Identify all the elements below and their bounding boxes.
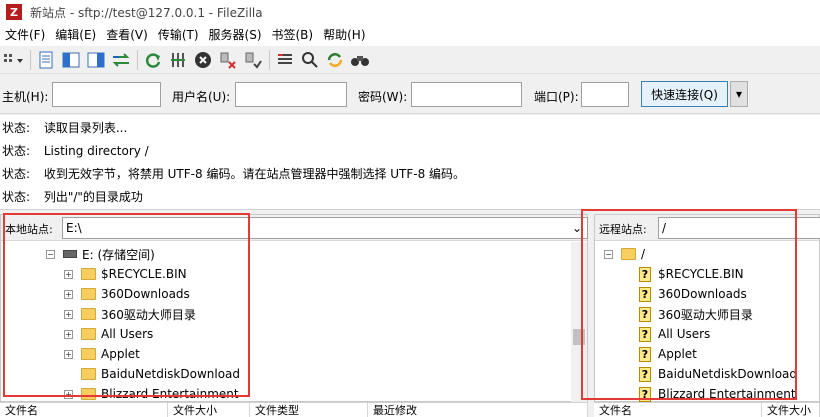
host-label: 主机(H): [2, 90, 49, 104]
refresh-icon[interactable] [141, 48, 165, 72]
process-queue-icon[interactable] [166, 48, 190, 72]
password-label: 密码(W): [358, 90, 408, 104]
find-files-icon[interactable] [348, 48, 372, 72]
log-line: 状态: Listing directory / [0, 140, 149, 162]
quickconnect-dropdown-button[interactable]: ▾ [730, 81, 748, 107]
menu-bookmarks[interactable]: 书签(B) [267, 24, 319, 46]
menu-view[interactable]: 查看(V) [101, 24, 153, 46]
column-header-filesize[interactable]: 文件大小 [168, 403, 250, 417]
column-header-filename[interactable]: 文件名 [0, 403, 168, 417]
message-log: 状态: 读取目录列表... 状态: Listing directory / 状态… [0, 115, 820, 210]
log-line: 状态: 收到无效字节，将禁用 UTF-8 编码。请在站点管理器中强制选择 UTF… [0, 163, 465, 185]
search-icon[interactable] [298, 48, 322, 72]
disconnect-icon[interactable] [216, 48, 240, 72]
menu-file[interactable]: 文件(F) [0, 24, 50, 46]
username-label: 用户名(U): [172, 90, 231, 104]
site-manager-icon[interactable] [2, 48, 26, 72]
column-header-filetype[interactable]: 文件类型 [250, 403, 368, 417]
directory-filter-icon[interactable] [273, 48, 297, 72]
log-status-label: 状态: [2, 144, 31, 158]
host-input[interactable] [52, 82, 161, 107]
toggle-log-icon[interactable] [34, 48, 58, 72]
log-status-label: 状态: [2, 190, 31, 204]
chevron-down-icon: ▾ [735, 87, 743, 101]
local-tree-highlight-box [3, 213, 250, 397]
toggle-remote-tree-icon[interactable] [84, 48, 108, 72]
log-status-label: 状态: [2, 121, 31, 135]
menu-bar: 文件(F) 编辑(E) 查看(V) 传输(T) 服务器(S) 书签(B) 帮助(… [0, 24, 820, 46]
remote-tree-highlight-box [581, 209, 797, 400]
title-bar: Z 新站点 - sftp://test@127.0.0.1 - FileZill… [0, 0, 820, 24]
menu-edit[interactable]: 编辑(E) [50, 24, 101, 46]
quickconnect-bar: 主机(H): 用户名(U): 密码(W): 端口(P): 快速连接(Q) ▾ [0, 76, 820, 114]
sync-browsing-icon[interactable] [323, 48, 347, 72]
menu-help[interactable]: 帮助(H) [318, 24, 370, 46]
window-title: 新站点 - sftp://test@127.0.0.1 - FileZilla [30, 5, 263, 20]
toolbar-separator [137, 49, 138, 70]
menu-server[interactable]: 服务器(S) [204, 24, 267, 46]
port-label: 端口(P): [534, 90, 579, 104]
log-status-label: 状态: [2, 167, 31, 181]
log-message: Listing directory / [43, 144, 149, 158]
password-input[interactable] [411, 82, 522, 107]
log-line: 状态: 列出"/"的目录成功 [0, 186, 143, 208]
menu-transfer[interactable]: 传输(T) [153, 24, 204, 46]
remote-file-list-header: 文件名 文件大小 [594, 402, 820, 417]
toolbar-separator [30, 49, 31, 70]
log-message: 读取目录列表... [43, 121, 128, 135]
log-message: 收到无效字节，将禁用 UTF-8 编码。请在站点管理器中强制选择 UTF-8 编… [43, 167, 466, 181]
quickconnect-button[interactable]: 快速连接(Q) [641, 81, 728, 107]
log-message: 列出"/"的目录成功 [43, 190, 143, 204]
column-header-modified[interactable]: 最近修改 [368, 403, 588, 417]
toolbar-separator [269, 49, 270, 70]
port-input[interactable] [581, 82, 629, 107]
column-header-filesize[interactable]: 文件大小 [762, 403, 820, 417]
filezilla-logo-icon: Z [6, 4, 22, 20]
column-header-filename[interactable]: 文件名 [594, 403, 762, 417]
username-input[interactable] [235, 82, 347, 107]
toolbar [0, 46, 820, 74]
cancel-icon[interactable] [191, 48, 215, 72]
log-line: 状态: 读取目录列表... [0, 117, 127, 139]
toggle-local-tree-icon[interactable] [59, 48, 83, 72]
reconnect-icon[interactable] [241, 48, 265, 72]
local-file-list-header: 文件名 文件大小 文件类型 最近修改 [0, 402, 588, 417]
toggle-queue-icon[interactable] [109, 48, 133, 72]
